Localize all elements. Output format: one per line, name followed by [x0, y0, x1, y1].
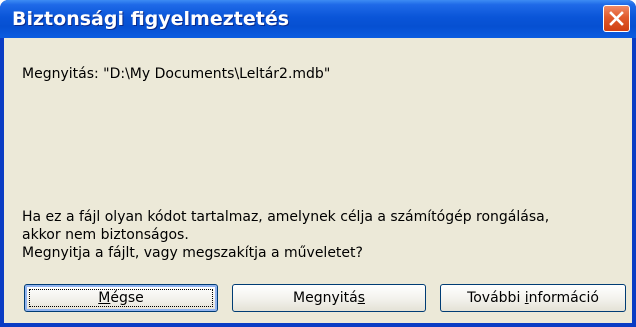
warning-message: Ha ez a fájl olyan kódot tartalmaz, amel… [22, 208, 549, 262]
close-button[interactable] [603, 5, 630, 32]
warning-line-1: Ha ez a fájl olyan kódot tartalmaz, amel… [22, 209, 550, 225]
focus-rectangle [29, 289, 213, 307]
warning-line-3: Megnyitja a fájlt, vagy megszakítja a mű… [22, 245, 363, 261]
cancel-button[interactable]: Mégse [24, 284, 218, 312]
open-file-path-label: Megnyitás: "D:\My Documents\Leltár2.mdb" [22, 66, 331, 82]
warning-line-2: akkor nem biztonságos. [22, 227, 189, 243]
close-icon [609, 11, 624, 26]
more-info-label-suffix: nformáció [528, 290, 599, 306]
window-title: Biztonsági figyelmeztetés [12, 8, 290, 30]
open-label-prefix: Megnyitá [293, 290, 358, 306]
dialog-body: Megnyitás: "D:\My Documents\Leltár2.mdb"… [4, 38, 632, 323]
security-warning-dialog: Biztonsági figyelmeztetés Megnyitás: "D:… [0, 0, 636, 327]
open-mnemonic: s [357, 290, 365, 306]
title-bar[interactable]: Biztonsági figyelmeztetés [0, 0, 636, 38]
more-info-button[interactable]: További információ [440, 284, 626, 312]
open-button[interactable]: Megnyitás [232, 284, 426, 312]
more-info-label-prefix: További [467, 290, 525, 306]
